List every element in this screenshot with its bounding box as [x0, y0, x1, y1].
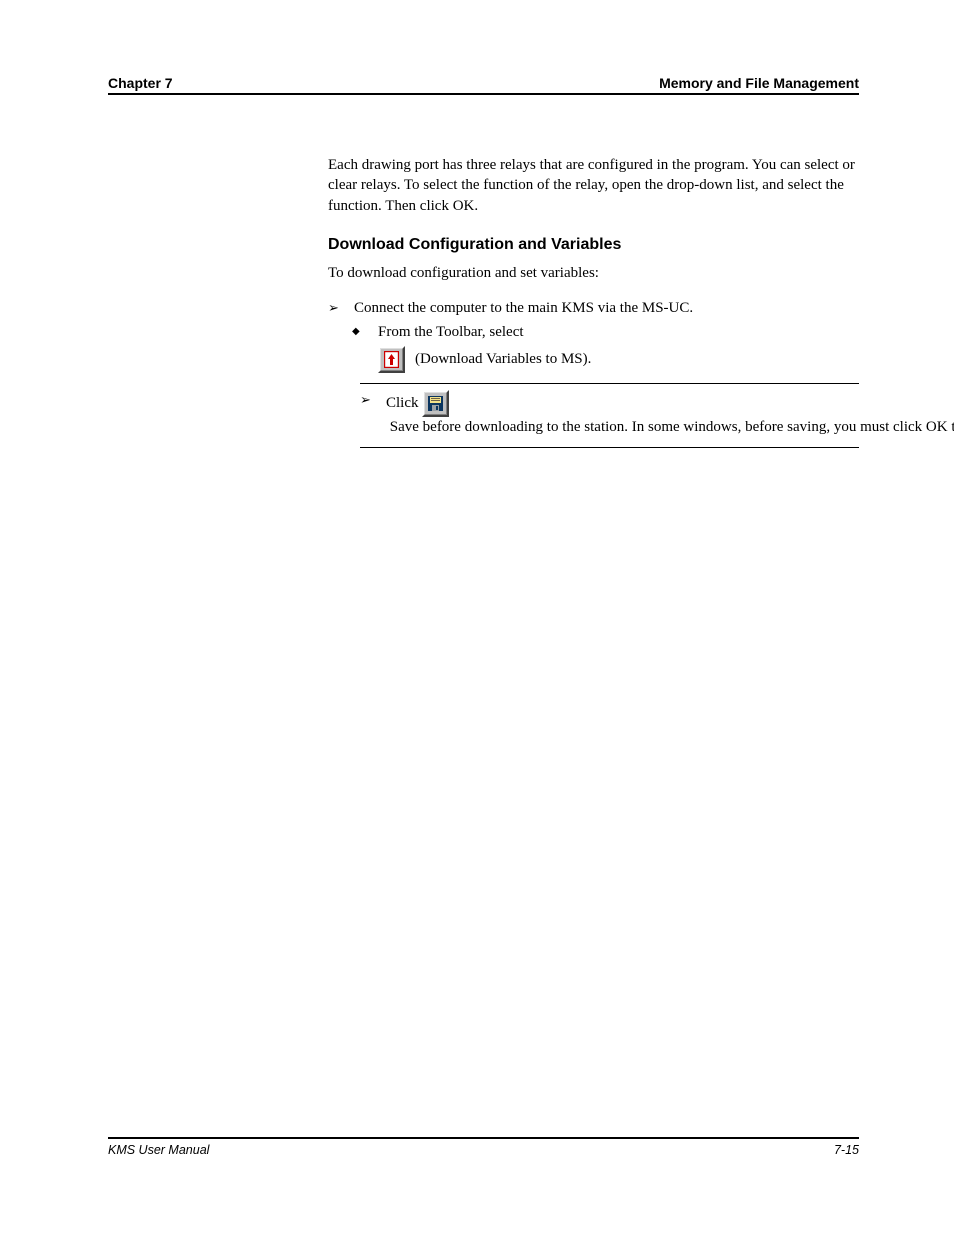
download-button-label: (Download Variables to MS). — [415, 349, 591, 369]
header-rule — [108, 93, 859, 95]
step-2: ◆ From the Toolbar, select — [352, 322, 859, 342]
footer-rule — [108, 1137, 859, 1139]
page: Chapter 7 Memory and File Management Eac… — [0, 0, 954, 1235]
section-heading-download: Download Configuration and Variables — [328, 234, 859, 256]
diamond-bullet-icon: ◆ — [352, 322, 378, 342]
intro-line: To download configuration and set variab… — [328, 263, 859, 283]
floppy-disk-icon — [427, 395, 444, 412]
footer-doc-title: KMS User Manual — [108, 1143, 209, 1157]
page-header: Chapter 7 Memory and File Management — [0, 75, 954, 95]
header-chapter: Chapter 7 — [108, 75, 173, 91]
note-text-pre: Click — [386, 393, 422, 413]
page-footer: KMS User Manual 7-15 — [0, 1137, 954, 1157]
chevron-bullet-icon: ➢ — [328, 298, 354, 318]
chevron-bullet-icon: ➢ — [360, 390, 380, 410]
step-2-text: From the Toolbar, select — [378, 322, 859, 342]
footer-page-number: 7-15 — [834, 1143, 859, 1157]
save-button[interactable] — [422, 390, 449, 417]
note-block: ➢ Click — [360, 383, 859, 448]
note-text: Click — [386, 390, 954, 437]
paragraph-relays: Each drawing port has three relays that … — [328, 155, 859, 216]
header-title: Memory and File Management — [659, 75, 859, 91]
step-1-text: Connect the computer to the main KMS via… — [354, 298, 859, 318]
upload-arrow-icon — [384, 351, 399, 368]
step-1: ➢ Connect the computer to the main KMS v… — [328, 298, 859, 318]
download-variables-button[interactable] — [378, 346, 405, 373]
download-button-row: (Download Variables to MS). — [352, 346, 859, 373]
content-body: Each drawing port has three relays that … — [328, 155, 859, 448]
